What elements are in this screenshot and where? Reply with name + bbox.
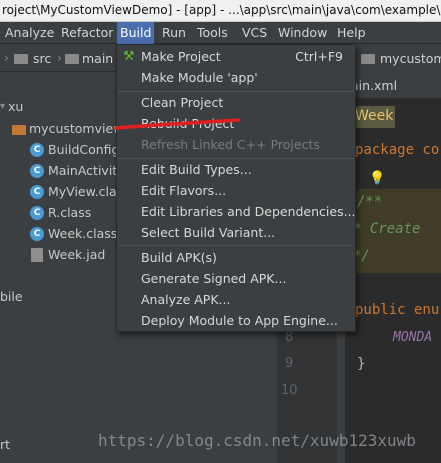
menu-item-clean-project[interactable]: Clean Project [117, 92, 355, 113]
chevron-right-icon: › [4, 51, 9, 65]
code-line-monday: MONDA [393, 330, 433, 345]
menu-item-label: Make Project [141, 49, 221, 64]
class-icon: C [30, 143, 44, 157]
menu-analyze[interactable]: Analyze [2, 22, 57, 44]
editor-tab-strip: ain.xml [345, 73, 441, 99]
window-title-bar: roject\MyCustomViewDemo] - [app] - ...\a… [0, 0, 441, 22]
code-line-brace: } [357, 356, 366, 372]
class-icon: C [30, 185, 44, 199]
code-line-package: package co [355, 142, 440, 158]
tree-item-buildconfig[interactable]: BuildConfig [48, 140, 119, 160]
editor-tab-xml[interactable]: ain.xml [351, 78, 397, 93]
menu-item-refresh-linked-cpp: Refresh Linked C++ Projects [141, 137, 320, 152]
menu-separator [118, 245, 354, 246]
code-line-public-enum: public enu [355, 302, 440, 318]
tree-item-xu[interactable]: xu [8, 97, 23, 117]
tree-item-weekclass[interactable]: Week.class [48, 224, 117, 244]
menu-bar: Analyze Refactor Build Run Tools VCS Win… [0, 22, 441, 44]
shortcut-label: Ctrl+F9 [295, 49, 343, 64]
code-editor[interactable]: ain.xml Week package co 💡 /** * Create *… [345, 73, 441, 463]
menu-run[interactable]: Run [159, 22, 189, 44]
menu-refactor[interactable]: Refactor [58, 22, 116, 44]
breadcrumb-package[interactable]: mycustomv [380, 51, 441, 66]
tree-item-rclass[interactable]: R.class [48, 203, 91, 223]
menu-item-select-build-variant[interactable]: Select Build Variant... [117, 222, 355, 243]
breadcrumb-src[interactable]: src [33, 51, 51, 66]
menu-help[interactable]: Help [334, 22, 369, 44]
folder-icon [65, 54, 79, 64]
window-title: roject\MyCustomViewDemo] - [app] - ...\a… [2, 3, 441, 17]
menu-vcs[interactable]: VCS [239, 22, 270, 44]
menu-item-edit-build-types[interactable]: Edit Build Types... [117, 159, 355, 180]
red-annotation-underline [114, 118, 240, 130]
line-number: 10 [281, 383, 298, 398]
code-comment-created: * Create [353, 221, 421, 237]
menu-item-make-project[interactable]: Make Project Ctrl+F9 [117, 46, 355, 67]
menu-tools[interactable]: Tools [194, 22, 231, 44]
menu-item-make-module[interactable]: Make Module 'app' [117, 67, 355, 88]
lightbulb-icon[interactable]: 💡 [369, 171, 385, 186]
editor-breadcrumb-bar: › mycustomv [345, 45, 441, 72]
tree-item-mainactivity[interactable]: MainActivity [48, 161, 125, 181]
tree-item-myview[interactable]: MyView.clas [48, 182, 123, 202]
folder-icon [12, 125, 26, 135]
tree-item-fragment-bottom[interactable]: rt [0, 435, 10, 455]
menu-item-build-apk[interactable]: Build APK(s) [117, 247, 355, 268]
week-label[interactable]: Week [355, 108, 393, 124]
file-icon [31, 248, 43, 262]
expand-arrow-icon: ▾ [0, 101, 6, 112]
line-number: 8 [285, 330, 294, 345]
menu-item-edit-libraries[interactable]: Edit Libraries and Dependencies... [117, 201, 356, 222]
menu-item-generate-signed-apk[interactable]: Generate Signed APK... [117, 268, 355, 289]
folder-icon [14, 54, 28, 64]
tree-item-mycustomview[interactable]: mycustomview [29, 119, 123, 139]
class-icon: C [30, 227, 44, 241]
tree-item-fragment[interactable]: bile [0, 287, 23, 307]
menu-window[interactable]: Window [275, 22, 330, 44]
menu-build[interactable]: Build [117, 22, 155, 44]
menu-item-edit-flavors[interactable]: Edit Flavors... [117, 180, 355, 201]
folder-icon [361, 54, 375, 64]
tree-item-weekjad[interactable]: Week.jad [48, 245, 105, 265]
code-comment-start: /** [357, 194, 383, 210]
menu-item-analyze-apk[interactable]: Analyze APK... [117, 289, 355, 310]
line-number: 9 [285, 356, 294, 371]
breadcrumb-main[interactable]: main [82, 51, 113, 66]
class-icon: C [30, 164, 44, 178]
build-menu-dropdown: ⚒ Make Project Ctrl+F9 Make Module 'app'… [116, 44, 356, 332]
watermark-text: https://blog.csdn.net/xuwb123xuwb [98, 431, 416, 450]
chevron-right-icon: › [57, 51, 62, 65]
menu-item-deploy-app-engine[interactable]: Deploy Module to App Engine... [117, 310, 355, 331]
class-icon: C [30, 206, 44, 220]
